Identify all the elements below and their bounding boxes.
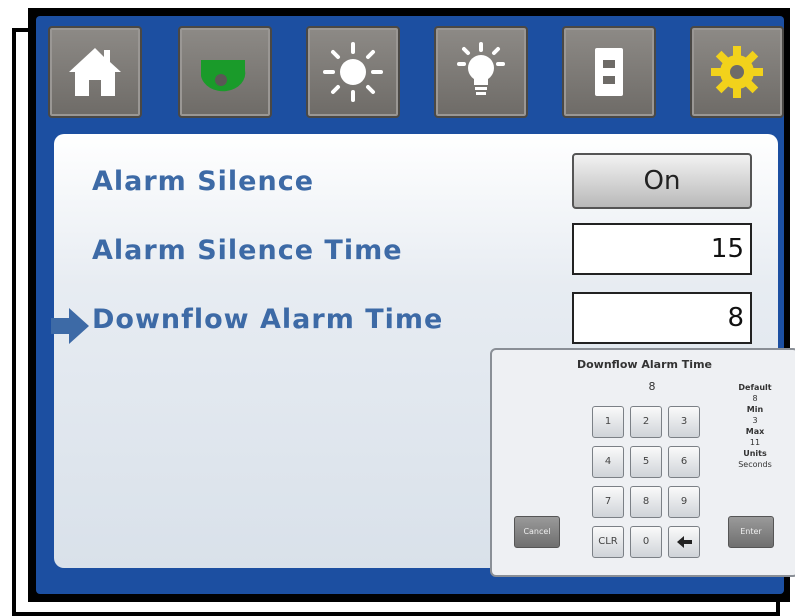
units-value: Seconds <box>738 460 772 469</box>
key-8[interactable]: 8 <box>630 486 662 518</box>
downflow-alarm-time-field[interactable]: 8 <box>572 292 752 344</box>
max-label: Max <box>745 427 765 436</box>
key-0[interactable]: 0 <box>630 526 662 558</box>
blower-icon <box>201 60 246 92</box>
key-9[interactable]: 9 <box>668 486 700 518</box>
default-value: 8 <box>752 394 758 403</box>
blower-button[interactable] <box>178 26 272 118</box>
home-button[interactable] <box>48 26 142 118</box>
arrow-right-icon <box>51 308 89 344</box>
key-clear[interactable]: CLR <box>592 526 624 558</box>
key-1[interactable]: 1 <box>592 406 624 438</box>
key-7[interactable]: 7 <box>592 486 624 518</box>
lightbulb-icon <box>457 42 505 95</box>
alarm-silence-time-field[interactable]: 15 <box>572 223 752 275</box>
numeric-keypad-dialog: Downflow Alarm Time 8 Default 8 Min 3 Ma… <box>490 348 795 577</box>
key-3[interactable]: 3 <box>668 406 700 438</box>
outlet-button[interactable] <box>562 26 656 118</box>
gear-icon <box>711 46 763 98</box>
default-label: Default <box>738 383 772 392</box>
cancel-button[interactable]: Cancel <box>514 516 560 548</box>
sun-icon <box>323 42 383 102</box>
enter-button[interactable]: Enter <box>728 516 774 548</box>
outlet-icon <box>595 48 623 96</box>
key-4[interactable]: 4 <box>592 446 624 478</box>
alarm-silence-time-label: Alarm Silence Time <box>92 235 403 266</box>
sun-button[interactable] <box>306 26 400 118</box>
key-2[interactable]: 2 <box>630 406 662 438</box>
backspace-key[interactable] <box>668 526 700 558</box>
alarm-silence-label: Alarm Silence <box>92 166 315 197</box>
keypad-limits: Default 8 Min 3 Max 11 Units Seconds <box>720 382 790 470</box>
min-label: Min <box>746 405 764 414</box>
min-value: 3 <box>752 416 758 425</box>
units-label: Units <box>743 449 767 458</box>
key-6[interactable]: 6 <box>668 446 700 478</box>
settings-button[interactable] <box>690 26 784 118</box>
backspace-arrow-icon <box>677 536 692 548</box>
keypad-entry-value: 8 <box>648 380 656 393</box>
light-button[interactable] <box>434 26 528 118</box>
keypad-title: Downflow Alarm Time <box>576 358 712 371</box>
home-icon <box>69 48 121 96</box>
max-value: 11 <box>749 438 761 447</box>
downflow-alarm-time-label: Downflow Alarm Time <box>92 304 444 335</box>
top-nav <box>48 26 788 118</box>
alarm-silence-toggle[interactable]: On <box>572 153 752 209</box>
key-5[interactable]: 5 <box>630 446 662 478</box>
